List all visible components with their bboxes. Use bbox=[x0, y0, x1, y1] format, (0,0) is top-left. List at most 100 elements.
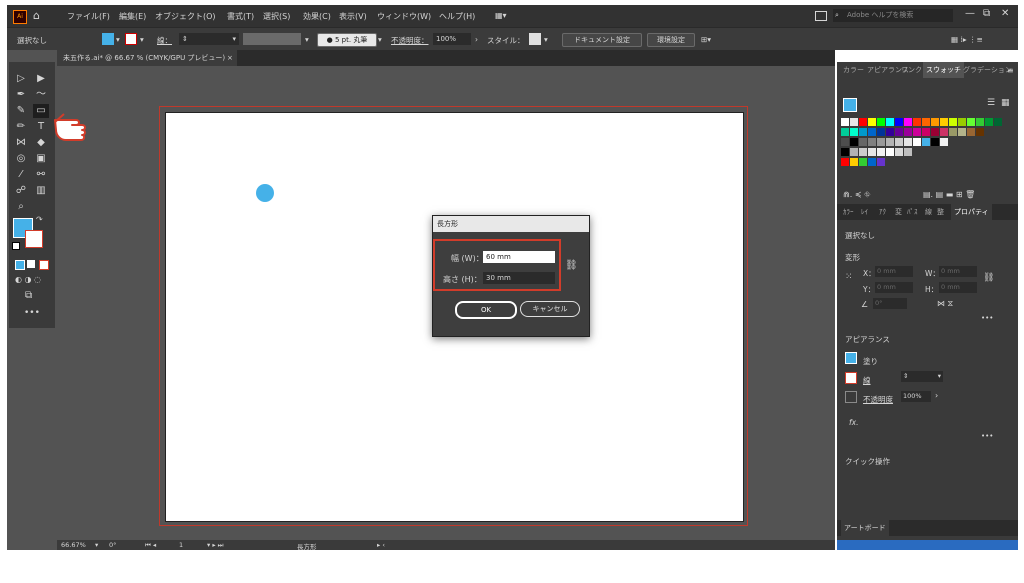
swatch[interactable] bbox=[913, 138, 921, 146]
swatch-fill-preview[interactable] bbox=[843, 98, 857, 112]
pen-tool-icon[interactable]: ✒ bbox=[13, 88, 29, 102]
menu-type[interactable]: 書式(T) bbox=[227, 11, 254, 22]
swatch[interactable] bbox=[877, 158, 885, 166]
artboard-tool-icon[interactable]: ▣ bbox=[33, 152, 49, 166]
tab-actions[interactable]: ｱｸ bbox=[879, 204, 886, 220]
brush-dropdown-icon[interactable]: ▾ bbox=[378, 35, 382, 44]
swatch[interactable] bbox=[868, 148, 876, 156]
swatch[interactable] bbox=[940, 118, 948, 126]
artboard-list-item[interactable] bbox=[837, 540, 1018, 550]
variable-width-profile[interactable] bbox=[243, 33, 301, 45]
swatch[interactable] bbox=[976, 128, 984, 136]
swatch[interactable] bbox=[850, 128, 858, 136]
next-artboard-icon[interactable]: ▾ ▸ ⏭ bbox=[207, 541, 224, 550]
angle-field[interactable]: 0° bbox=[873, 298, 907, 309]
default-colors-icon[interactable] bbox=[12, 242, 20, 250]
swatch[interactable] bbox=[940, 138, 948, 146]
swatch[interactable] bbox=[868, 118, 876, 126]
tab-links[interactable]: リンク bbox=[901, 62, 922, 78]
menu-help[interactable]: ヘルプ(H) bbox=[439, 11, 475, 22]
swatch[interactable] bbox=[877, 138, 885, 146]
opacity-field-prop[interactable]: 100% bbox=[901, 391, 931, 402]
swatch[interactable] bbox=[859, 118, 867, 126]
menu-view[interactable]: 表示(V) bbox=[339, 11, 367, 22]
graph-tool-icon[interactable]: ▥ bbox=[33, 184, 49, 198]
minimize-button[interactable]: — bbox=[965, 8, 975, 19]
menu-object[interactable]: オブジェクト(O) bbox=[155, 11, 216, 22]
tab-properties[interactable]: プロパティ bbox=[951, 204, 992, 220]
color-mode-icon[interactable] bbox=[15, 260, 25, 270]
selection-tool-icon[interactable]: ▷ bbox=[13, 72, 29, 86]
swatch[interactable] bbox=[994, 118, 1002, 126]
transform-more-options[interactable]: ••• bbox=[981, 314, 993, 322]
swatch[interactable] bbox=[931, 128, 939, 136]
stroke-weight-field[interactable]: ⇕ ▾ bbox=[901, 371, 943, 382]
constrain-icon[interactable]: ⛓ bbox=[983, 273, 994, 283]
blue-circle-object[interactable] bbox=[256, 184, 274, 202]
swatch[interactable] bbox=[841, 128, 849, 136]
align-icon[interactable]: ▦ ⁞▸ ⋮≡ bbox=[951, 35, 983, 44]
tab-color[interactable]: カラー bbox=[843, 62, 864, 78]
swatch[interactable] bbox=[850, 138, 858, 146]
swatch[interactable] bbox=[895, 118, 903, 126]
rectangle-tool-icon[interactable]: ▭ bbox=[33, 104, 49, 118]
swatch[interactable] bbox=[931, 138, 939, 146]
swatch[interactable] bbox=[886, 118, 894, 126]
arrange-icon[interactable]: ⊞▾ bbox=[701, 35, 711, 44]
fill-swatch[interactable] bbox=[102, 33, 114, 45]
swatch[interactable] bbox=[895, 138, 903, 146]
swatch[interactable] bbox=[949, 118, 957, 126]
gradient-mode-icon[interactable] bbox=[27, 260, 35, 268]
none-mode-icon[interactable] bbox=[39, 260, 49, 270]
swatch[interactable] bbox=[958, 128, 966, 136]
close-tab-icon[interactable]: × bbox=[227, 50, 233, 66]
status-menu-icon[interactable]: ▸ ‹ bbox=[377, 541, 385, 549]
swatch[interactable] bbox=[976, 118, 984, 126]
swatch[interactable] bbox=[922, 138, 930, 146]
eraser-tool-icon[interactable]: ◆ bbox=[33, 136, 49, 150]
swatch[interactable] bbox=[904, 138, 912, 146]
swatch[interactable] bbox=[877, 148, 885, 156]
tab-swatches[interactable]: スウォッチ bbox=[923, 62, 964, 78]
swatch[interactable] bbox=[859, 148, 867, 156]
panel-menu-icon[interactable]: ≡ bbox=[1007, 66, 1014, 75]
brush-definition[interactable]: ● 5 pt. 丸筆 bbox=[317, 33, 377, 47]
x-field[interactable]: 0 mm bbox=[875, 266, 913, 277]
eyedropper-tool-icon[interactable]: ⁄ bbox=[13, 168, 29, 182]
swatch[interactable] bbox=[886, 148, 894, 156]
swatch[interactable] bbox=[931, 118, 939, 126]
swatch[interactable] bbox=[850, 118, 858, 126]
swatch[interactable] bbox=[859, 158, 867, 166]
swatch[interactable] bbox=[967, 128, 975, 136]
style-swatch[interactable] bbox=[529, 33, 541, 45]
panel-toggle-icon[interactable] bbox=[815, 11, 827, 21]
list-view-icon[interactable]: ☰ bbox=[987, 98, 995, 108]
cancel-button[interactable]: キャンセル bbox=[520, 301, 580, 317]
artboard-number[interactable]: 1 bbox=[179, 541, 183, 549]
stroke-color-box[interactable] bbox=[25, 230, 43, 248]
draw-mode-icon[interactable]: ◐ ◑ ◌ bbox=[15, 275, 41, 284]
restore-button[interactable]: ⧉ bbox=[983, 8, 990, 19]
swatch[interactable] bbox=[850, 158, 858, 166]
swatch[interactable] bbox=[895, 148, 903, 156]
swatch[interactable] bbox=[859, 138, 867, 146]
swatch[interactable] bbox=[868, 138, 876, 146]
swatch[interactable] bbox=[895, 128, 903, 136]
swatch[interactable] bbox=[841, 138, 849, 146]
constrain-proportions-icon[interactable]: ⛓ bbox=[565, 260, 578, 271]
swatch[interactable] bbox=[949, 128, 957, 136]
shape-builder-icon[interactable]: ◎ bbox=[13, 152, 29, 166]
style-dropdown-icon[interactable]: ▾ bbox=[544, 35, 548, 44]
swatch[interactable] bbox=[913, 118, 921, 126]
swatch-action-icons[interactable]: ▤. ▤ ▬ ⊞ 🗑 bbox=[923, 190, 975, 199]
grid-view-icon[interactable]: ▦ bbox=[1001, 98, 1010, 108]
tab-pathfinder[interactable]: ﾊﾟｽ bbox=[907, 204, 918, 220]
stroke-swatch-prop[interactable] bbox=[845, 372, 857, 384]
swatch[interactable] bbox=[859, 128, 867, 136]
swatch[interactable] bbox=[850, 148, 858, 156]
menu-edit[interactable]: 編集(E) bbox=[119, 11, 146, 22]
tab-transform[interactable]: 変 bbox=[895, 204, 902, 220]
swatch[interactable] bbox=[877, 128, 885, 136]
zoom-dropdown-icon[interactable]: ▾ bbox=[95, 541, 98, 549]
help-search-input[interactable]: ⌕ Adobe ヘルプを検索 bbox=[833, 9, 953, 22]
